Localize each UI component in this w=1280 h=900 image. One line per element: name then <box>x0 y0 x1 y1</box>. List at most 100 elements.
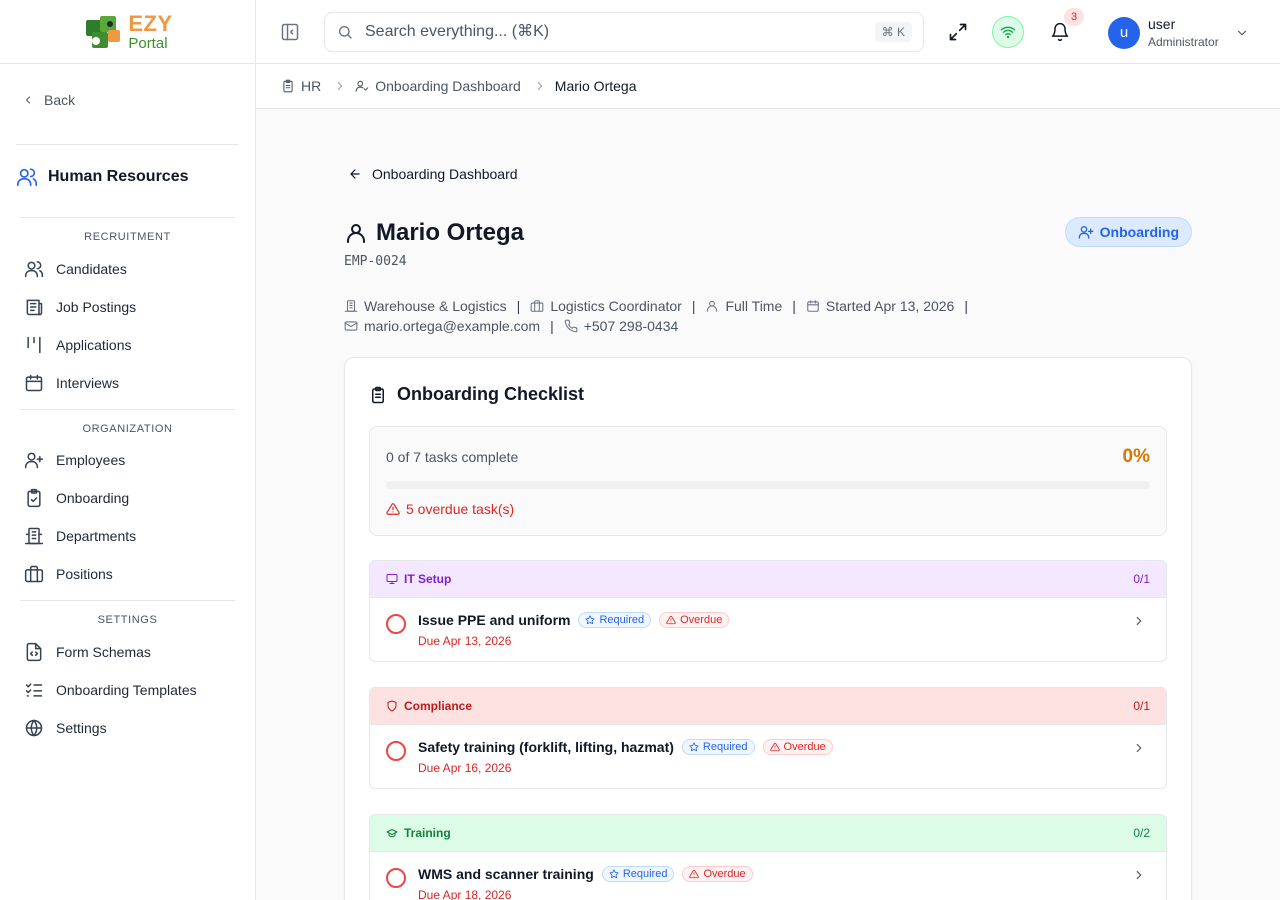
progress-text: 0 of 7 tasks complete <box>386 449 519 465</box>
separator: | <box>792 298 796 314</box>
sidebar-item-employees[interactable]: Employees <box>24 446 234 474</box>
fullscreen-icon[interactable] <box>948 22 968 42</box>
sidebar-item-label: Candidates <box>56 261 127 277</box>
sidebar-item-label: Employees <box>56 452 126 468</box>
task-due-date: Due Apr 13, 2026 <box>418 634 512 648</box>
sidebar-item-settings[interactable]: Settings <box>24 714 234 742</box>
list-checks-icon <box>24 680 44 700</box>
sidebar-item-form-schemas[interactable]: Form Schemas <box>24 638 234 666</box>
breadcrumb-item-onboarding-dashboard[interactable]: Onboarding Dashboard <box>355 78 521 94</box>
user-menu[interactable]: u user Administrator <box>1108 16 1249 49</box>
breadcrumb: HR Onboarding Dashboard Mario Ortega <box>256 64 1280 109</box>
sidebar: EZY Portal Back Human Resources RECRUITM… <box>0 0 256 900</box>
bell-icon[interactable] <box>1050 22 1070 42</box>
main-content: Onboarding Dashboard Mario Ortega EMP-00… <box>256 109 1280 900</box>
search-input[interactable] <box>365 23 845 41</box>
sidebar-item-onboarding-templates[interactable]: Onboarding Templates <box>24 676 234 704</box>
chevron-right-icon[interactable] <box>1132 741 1146 755</box>
module-title-label: Human Resources <box>48 168 189 185</box>
back-button[interactable]: Back <box>22 92 75 108</box>
chevron-right-icon[interactable] <box>1132 868 1146 882</box>
task-group-count: 0/1 <box>1133 699 1150 713</box>
required-label: Required <box>622 868 668 880</box>
back-to-dashboard-link[interactable]: Onboarding Dashboard <box>348 166 518 182</box>
brand-logo[interactable]: EZY Portal <box>0 0 255 64</box>
section-label-organization: ORGANIZATION <box>82 423 173 435</box>
sidebar-item-interviews[interactable]: Interviews <box>24 369 234 397</box>
search-box[interactable]: ⌘ K <box>324 12 924 52</box>
user-plus-icon <box>24 450 44 470</box>
task-checkbox[interactable] <box>386 614 406 634</box>
sidebar-item-label: Job Postings <box>56 299 137 315</box>
page-title: Mario Ortega <box>376 219 525 246</box>
top-bar: ⌘ K 3 u user Administrator <box>256 0 1280 64</box>
task-row[interactable]: Safety training (forklift, lifting, hazm… <box>370 725 1166 788</box>
notification-count-badge: 3 <box>1064 8 1084 26</box>
calendar-icon <box>24 373 44 393</box>
onboarding-checklist-card: Onboarding Checklist 0 of 7 tasks comple… <box>344 357 1192 900</box>
email-info[interactable]: mario.ortega@example.com <box>344 318 540 334</box>
sidebar-item-onboarding[interactable]: Onboarding <box>24 484 234 512</box>
chevron-right-icon[interactable] <box>1132 614 1146 628</box>
sidebar-item-departments[interactable]: Departments <box>24 522 234 550</box>
graduation-cap-icon <box>386 827 398 839</box>
task-row[interactable]: WMS and scanner training Required Overdu… <box>370 852 1166 900</box>
separator: | <box>516 298 521 314</box>
start-date-info: Started Apr 13, 2026 <box>806 298 954 314</box>
sidebar-item-positions[interactable]: Positions <box>24 560 234 588</box>
phone-info[interactable]: +507 298-0434 <box>564 318 678 334</box>
breadcrumb-label: Onboarding Dashboard <box>375 78 521 94</box>
task-group-training: Training 0/2 WMS and scanner training Re… <box>369 814 1167 900</box>
overdue-badge: Overdue <box>682 866 753 882</box>
employee-id: EMP-0024 <box>344 254 407 269</box>
task-due-date: Due Apr 18, 2026 <box>418 888 512 900</box>
user-icon <box>344 221 368 245</box>
back-link-label: Onboarding Dashboard <box>372 166 518 182</box>
newspaper-icon <box>24 297 44 317</box>
start-date-label: Started Apr 13, 2026 <box>825 298 955 314</box>
chevron-right-icon <box>333 79 347 93</box>
clipboard-icon <box>281 79 295 93</box>
task-name: Safety training (forklift, lifting, hazm… <box>418 739 674 755</box>
separator: | <box>964 298 968 314</box>
task-group-name: IT Setup <box>404 572 452 586</box>
task-group-it-setup: IT Setup 0/1 Issue PPE and uniform Requi… <box>369 560 1167 662</box>
clipboard-check-icon <box>24 488 44 508</box>
breadcrumb-item-hr[interactable]: HR <box>281 78 321 94</box>
employee-meta-row-2: mario.ortega@example.com | +507 298-0434 <box>344 318 678 334</box>
section-label-recruitment: RECRUITMENT <box>84 231 171 243</box>
star-icon <box>609 869 619 879</box>
chevron-right-icon <box>533 79 547 93</box>
sidebar-item-candidates[interactable]: Candidates <box>24 255 234 283</box>
sidebar-item-job-postings[interactable]: Job Postings <box>24 293 234 321</box>
users-icon <box>16 166 38 188</box>
checklist-title: Onboarding Checklist <box>369 384 584 405</box>
building-icon <box>24 526 44 546</box>
user-role: Administrator <box>1148 34 1219 49</box>
task-checkbox[interactable] <box>386 741 406 761</box>
separator: | <box>691 298 696 314</box>
mail-icon <box>344 319 358 333</box>
overdue-badge: Overdue <box>762 739 833 755</box>
module-title: Human Resources <box>16 166 189 188</box>
required-label: Required <box>702 741 748 753</box>
alert-triangle-icon <box>386 502 400 516</box>
alert-triangle-icon <box>769 742 780 752</box>
sidebar-item-label: Interviews <box>56 375 120 391</box>
clipboard-list-icon <box>369 386 387 404</box>
user-plus-icon <box>1078 224 1094 240</box>
calendar-icon <box>806 299 820 313</box>
divider <box>20 409 235 410</box>
task-row[interactable]: Issue PPE and uniform Required Overdue D… <box>370 598 1166 661</box>
position-info: Logistics Coordinator <box>530 298 682 314</box>
sidebar-toggle-icon[interactable] <box>280 22 300 42</box>
employee-meta-row-1: Warehouse & Logistics | Logistics Coordi… <box>344 298 978 314</box>
separator: | <box>550 318 554 334</box>
users-icon <box>24 259 44 279</box>
connection-status-button[interactable] <box>992 16 1024 48</box>
task-checkbox[interactable] <box>386 868 406 888</box>
status-label: Onboarding <box>1099 224 1179 240</box>
file-code-icon <box>24 642 44 662</box>
user-check-icon <box>355 79 369 93</box>
sidebar-item-applications[interactable]: Applications <box>24 331 234 359</box>
